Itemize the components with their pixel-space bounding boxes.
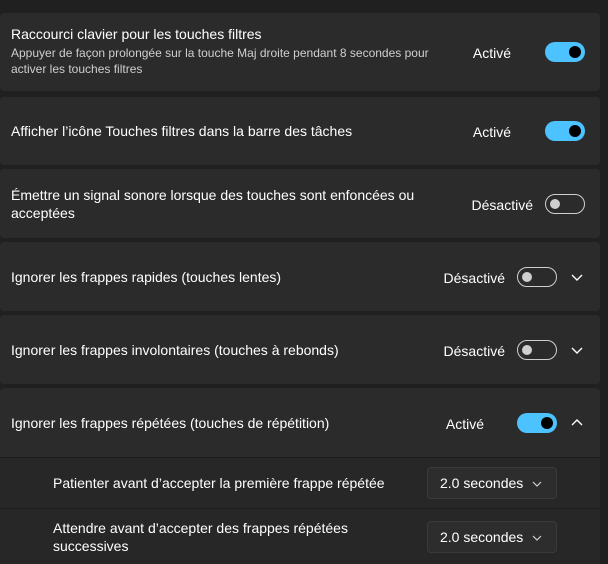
chevron-down-icon xyxy=(530,531,544,545)
repeat-rate-option: Attendre avant d’accepter des frappes ré… xyxy=(0,509,600,564)
setting-title: Émettre un signal sonore lorsque des tou… xyxy=(11,186,415,221)
beep-toggle[interactable] xyxy=(545,194,585,214)
setting-title: Raccourci clavier pour les touches filtr… xyxy=(11,26,262,42)
option-label: Patienter avant d’accepter la première f… xyxy=(53,475,385,491)
taskbar-icon-toggle[interactable] xyxy=(545,121,585,141)
setting-text: Ignorer les frappes rapides (touches len… xyxy=(11,268,600,286)
setting-slow-keys[interactable]: Ignorer les frappes rapides (touches len… xyxy=(0,242,600,311)
toggle-state-label: Activé xyxy=(472,45,511,61)
toggle-knob xyxy=(550,199,560,209)
setting-text: Ignorer les frappes involontaires (touch… xyxy=(11,341,600,359)
setting-text: Raccourci clavier pour les touches filtr… xyxy=(11,26,600,77)
toggle-knob xyxy=(522,345,532,355)
setting-beep-on-keypress: Émettre un signal sonore lorsque des tou… xyxy=(0,169,600,238)
select-value: 2.0 secondes xyxy=(440,529,524,545)
setting-text: Afficher l’icône Touches filtres dans la… xyxy=(11,122,600,140)
select-value: 2.0 secondes xyxy=(440,475,524,491)
setting-title: Ignorer les frappes rapides (touches len… xyxy=(11,268,282,285)
setting-filter-keys-taskbar-icon: Afficher l’icône Touches filtres dans la… xyxy=(0,97,600,165)
setting-title: Ignorer les frappes involontaires (touch… xyxy=(11,341,339,358)
chevron-down-icon[interactable] xyxy=(570,270,584,284)
repeat-delay-option: Patienter avant d’accepter la première f… xyxy=(0,458,600,508)
repeat-rate-select[interactable]: 2.0 secondes xyxy=(427,521,557,553)
setting-text: Ignorer les frappes répétées (touches de… xyxy=(11,414,600,432)
setting-bounce-keys[interactable]: Ignorer les frappes involontaires (touch… xyxy=(0,315,600,384)
slow-keys-toggle[interactable] xyxy=(517,267,557,287)
toggle-state-label: Désactivé xyxy=(443,343,505,359)
toggle-knob xyxy=(522,272,532,282)
setting-title: Afficher l’icône Touches filtres dans la… xyxy=(11,123,353,139)
chevron-down-icon[interactable] xyxy=(570,343,584,357)
toggle-knob xyxy=(569,125,581,137)
setting-filter-keys-shortcut: Raccourci clavier pour les touches filtr… xyxy=(0,13,600,91)
setting-repeat-keys[interactable]: Ignorer les frappes répétées (touches de… xyxy=(0,388,600,457)
toggle-state-label: Désactivé xyxy=(471,197,533,213)
setting-title: Ignorer les frappes répétées (touches de… xyxy=(11,414,330,431)
repeat-delay-select[interactable]: 2.0 secondes xyxy=(427,467,557,499)
repeat-keys-toggle[interactable] xyxy=(517,413,557,433)
option-label: Attendre avant d’accepter des frappes ré… xyxy=(53,519,348,554)
bounce-keys-toggle[interactable] xyxy=(517,340,557,360)
setting-description: Appuyer de façon prolongée sur la touche… xyxy=(11,46,429,76)
toggle-knob xyxy=(541,417,553,429)
chevron-down-icon xyxy=(530,477,544,491)
filter-keys-shortcut-toggle[interactable] xyxy=(545,42,585,62)
toggle-state-label: Activé xyxy=(472,124,511,140)
chevron-up-icon[interactable] xyxy=(570,416,584,430)
toggle-state-label: Activé xyxy=(445,416,484,432)
toggle-state-label: Désactivé xyxy=(443,270,505,286)
toggle-knob xyxy=(569,46,581,58)
